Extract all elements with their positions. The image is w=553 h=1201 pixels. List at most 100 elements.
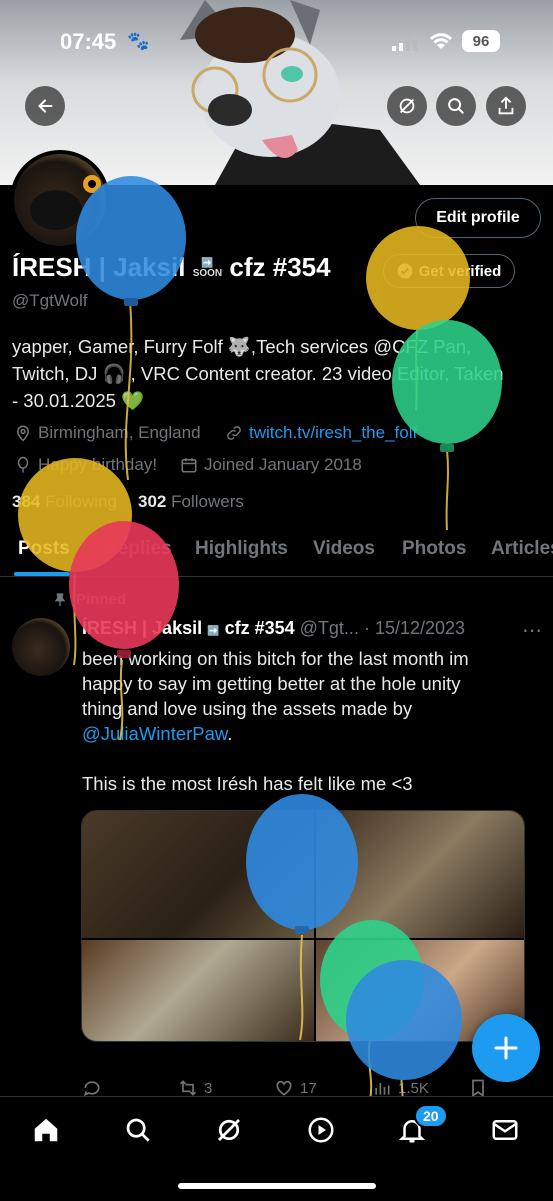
location: Birmingham, England <box>14 423 201 443</box>
messages-icon[interactable] <box>490 1115 520 1145</box>
mention-link[interactable]: @JuliaWinterPaw <box>82 723 227 744</box>
like-action[interactable]: 17 <box>274 1078 317 1098</box>
link-icon <box>227 426 241 440</box>
wifi-icon <box>428 31 454 56</box>
back-button[interactable] <box>25 86 65 126</box>
following-count[interactable]: 384 Following <box>12 492 117 512</box>
followers-number: 302 <box>138 492 167 511</box>
profile-bio: yapper, Gamer, Furry Folf 🐺,Tech service… <box>12 333 542 414</box>
media-image[interactable] <box>82 940 314 1041</box>
bio-line: yapper, Gamer, Furry Folf 🐺,Tech service… <box>12 336 472 357</box>
balloon-icon <box>17 456 29 473</box>
tab-videos[interactable]: Videos <box>313 538 375 560</box>
location-text: Birmingham, England <box>38 423 201 442</box>
followers-count[interactable]: 302 Followers <box>138 492 244 512</box>
post-author-avatar[interactable] <box>12 618 70 676</box>
pin-icon <box>54 592 66 606</box>
post-author-name-part2: cfz #354 <box>224 618 295 638</box>
like-count: 17 <box>300 1079 317 1097</box>
media-image[interactable] <box>316 811 524 938</box>
tab-articles[interactable]: Articles <box>491 538 553 560</box>
retweet-icon <box>179 1080 197 1096</box>
get-verified-label: Get verified <box>418 262 502 280</box>
following-number: 384 <box>12 492 41 511</box>
website-link[interactable]: twitch.tv/iresh_the_folf <box>249 423 417 443</box>
signal-icon <box>392 35 418 56</box>
post-text-line: @JuliaWinterPaw. <box>82 721 522 746</box>
reply-action[interactable] <box>82 1078 102 1098</box>
home-indicator[interactable] <box>178 1183 376 1189</box>
get-verified-button[interactable]: Get verified <box>383 254 515 288</box>
post-text-segment: . <box>227 723 233 744</box>
share-icon <box>498 96 514 115</box>
following-label: Following <box>45 492 117 511</box>
search-icon[interactable] <box>123 1115 153 1145</box>
profile-avatar[interactable] <box>10 150 110 250</box>
profile-handle: @TgtWolf <box>12 291 88 310</box>
post-text-segment: thing and love using the assets made by <box>82 698 413 719</box>
bookmark-icon <box>472 1079 484 1098</box>
post-text-line: been working on this bitch for the last … <box>82 648 469 669</box>
bio-line: Twitch, DJ 🎧 , VRC Content creator. 23 v… <box>12 363 504 384</box>
active-tab-indicator <box>14 572 70 576</box>
bookmark-action[interactable] <box>468 1078 488 1098</box>
post-text: been working on this bitch for the last … <box>82 646 522 796</box>
video-icon[interactable] <box>306 1115 336 1145</box>
bio-line: - 30.01.2025 💚 <box>12 390 145 411</box>
grok-icon[interactable] <box>214 1115 244 1145</box>
post-text-line: thing and love using the assets made by <box>82 696 522 721</box>
tab-replies[interactable]: Replies <box>104 538 172 560</box>
pinned-label: Pinned <box>76 591 127 608</box>
grok-button[interactable] <box>387 86 427 126</box>
retweet-action[interactable]: 3 <box>178 1078 212 1098</box>
post-header: ÍRESH | Jaksil ➡️ cfz #354 @Tgt... · 15/… <box>82 618 465 639</box>
join-date: Joined January 2018 <box>180 455 362 475</box>
back-arrow-icon <box>38 99 53 113</box>
soon-label: SOON <box>192 268 223 280</box>
display-name-part2: cfz #354 <box>229 252 331 282</box>
post-date: · 15/12/2023 <box>363 618 466 638</box>
edit-profile-button[interactable]: Edit profile <box>415 198 541 238</box>
paw-icon: 🐾 <box>127 31 150 51</box>
status-time: 07:45 <box>60 29 117 54</box>
website[interactable]: twitch.tv/iresh_the_folf <box>225 423 417 443</box>
media-image[interactable] <box>82 811 314 938</box>
location-pin-icon <box>16 425 30 442</box>
views-count: 1.5K <box>398 1079 429 1097</box>
reply-icon <box>84 1081 100 1097</box>
views-icon <box>375 1083 390 1095</box>
profile-tabs: Posts Replies Highlights Videos Photos A… <box>0 530 553 577</box>
followers-label: Followers <box>171 492 244 511</box>
home-icon[interactable] <box>31 1115 61 1145</box>
grok-icon <box>399 98 415 114</box>
soon-arrow-icon: ➡️ SOON <box>192 258 223 280</box>
post-author-handle: @Tgt... <box>299 618 359 638</box>
tab-photos[interactable]: Photos <box>402 538 466 560</box>
post-author-name[interactable]: ÍRESH | Jaksil <box>82 618 202 638</box>
post-media-grid[interactable] <box>81 810 525 1042</box>
display-name: ÍRESH | Jaksil ➡️ SOON cfz #354 <box>12 252 331 283</box>
birthday: Happy birthday! <box>14 455 157 475</box>
display-name-part1: ÍRESH | Jaksil <box>12 252 186 282</box>
share-button[interactable] <box>486 86 526 126</box>
verified-badge-icon <box>397 263 413 279</box>
compose-post-button[interactable] <box>472 1014 540 1082</box>
heart-icon <box>276 1080 292 1096</box>
joined-text: Joined January 2018 <box>204 455 362 474</box>
notifications-badge: 20 <box>414 1104 448 1128</box>
pinned-indicator: Pinned <box>52 591 126 608</box>
plus-icon <box>494 1036 518 1060</box>
post-text-line: happy to say im getting better at the ho… <box>82 673 461 694</box>
tab-posts[interactable]: Posts <box>18 538 70 560</box>
search-button[interactable] <box>436 86 476 126</box>
tab-highlights[interactable]: Highlights <box>195 538 288 560</box>
birthday-text: Happy birthday! <box>38 455 158 474</box>
views-action[interactable]: 1.5K <box>372 1078 429 1098</box>
retweet-count: 3 <box>204 1079 213 1097</box>
search-icon <box>448 98 465 115</box>
calendar-icon <box>181 458 197 473</box>
more-options-icon[interactable]: ⋯ <box>522 618 542 643</box>
battery-indicator: 96 <box>462 30 500 52</box>
soon-arrow-icon: ➡️ <box>207 626 220 637</box>
post-text-line: This is the most Irésh has felt like me … <box>82 773 413 794</box>
